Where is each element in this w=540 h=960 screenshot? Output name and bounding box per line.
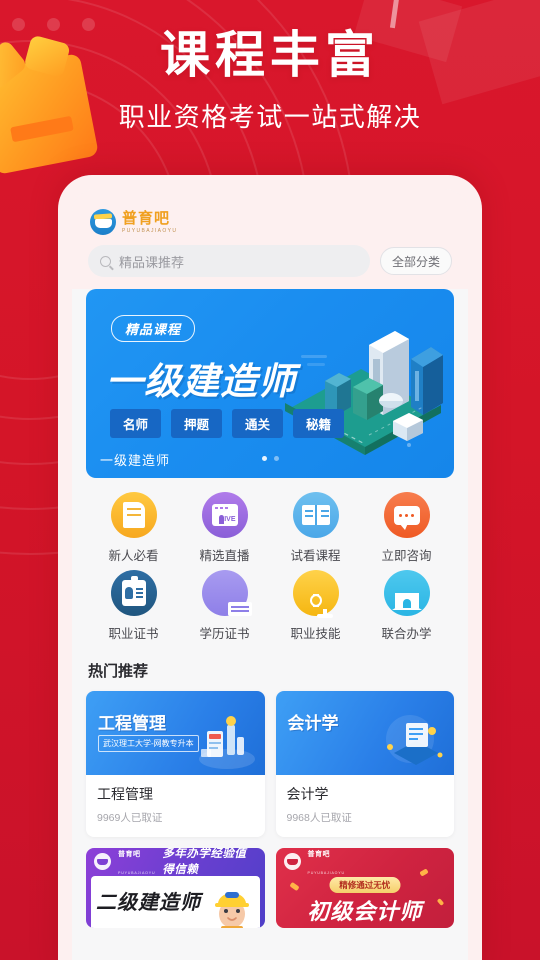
- banner-tag-row: 名师 押题 通关 秘籍: [110, 409, 345, 438]
- phone-mockup: 普育吧 PUYUBAJIAOYU 精品课推荐 全部分类 精品课程 一级建造师 名…: [58, 175, 482, 960]
- all-categories-button[interactable]: 全部分类: [379, 247, 452, 275]
- course-card-body: 工程管理 9969人已取证: [86, 775, 265, 837]
- promo-card-badge: 精修通过无忧: [329, 877, 401, 893]
- search-icon: [100, 255, 111, 267]
- banner-tag[interactable]: 秘籍: [293, 409, 345, 438]
- search-placeholder: 精品课推荐: [119, 254, 185, 270]
- status-bar: [86, 197, 454, 205]
- promo-card-header: 普育吧 PUYUBAJIAOYU 多年办学经验值得信赖: [86, 848, 265, 876]
- quicknav-label: 职业证书: [108, 627, 159, 641]
- section-title-hot: 热门推荐: [88, 663, 149, 680]
- promo-card-logo-name: 普育吧: [307, 851, 330, 858]
- search-input[interactable]: 精品课推荐: [88, 245, 370, 277]
- quicknav-label: 学历证书: [199, 627, 250, 641]
- pagination-dot[interactable]: [273, 456, 279, 461]
- quicknav-item-joint-school[interactable]: 联合办学: [361, 570, 452, 642]
- scroll-icon: [110, 492, 157, 538]
- brand-logo-icon: [283, 852, 301, 870]
- quicknav-item-trial-course[interactable]: 试看课程: [270, 492, 361, 564]
- promo-cards: 普育吧 PUYUBAJIAOYU 多年办学经验值得信赖 二级建造师 普育吧 PU…: [86, 848, 454, 928]
- quicknav-label: 立即咨询: [381, 549, 432, 563]
- course-card-image: 工程管理 武汉理工大学-网教专升本: [86, 691, 265, 775]
- school-icon: [383, 570, 430, 616]
- spark-decoration: [288, 881, 300, 892]
- quicknav-label: 职业技能: [290, 627, 341, 641]
- hot-cards: 工程管理 武汉理工大学-网教专升本 工程管理 9969人已取证 会计学 会计学 …: [86, 691, 454, 837]
- quicknav-label: 试看课程: [290, 549, 341, 563]
- app-content: 精品课程 一级建造师 名师 押题 通关 秘籍 一级建造师 新人必看 LIVE 精…: [72, 289, 468, 928]
- quicknav-label: 联合办学: [381, 627, 432, 641]
- logo-book-icon: [90, 209, 116, 235]
- banner-tag[interactable]: 名师: [110, 409, 162, 438]
- banner-badge: 精品课程: [111, 315, 196, 342]
- promo-card-logo-pinyin: PUYUBAJIAOYU: [118, 871, 156, 875]
- banner-tag[interactable]: 通关: [232, 409, 284, 438]
- promo-card-title: 二级建造师: [96, 892, 201, 914]
- live-icon: LIVE: [201, 492, 248, 538]
- course-card-body: 会计学 9968人已取证: [276, 775, 455, 837]
- course-card-title: 会计学: [286, 786, 329, 802]
- app-screen: 普育吧 PUYUBAJIAOYU 精品课推荐 全部分类 精品课程 一级建造师 名…: [72, 189, 468, 960]
- promo-title: 课程丰富: [160, 27, 380, 83]
- course-card-image-title: 工程管理: [98, 714, 166, 733]
- worker-illustration: [214, 892, 249, 928]
- promo-card-logo-pinyin: PUYUBAJIAOYU: [307, 871, 345, 875]
- promo-header: 课程丰富 职业资格考试一站式解决: [0, 26, 540, 134]
- quicknav-item-new-user[interactable]: 新人必看: [88, 492, 179, 564]
- quicknav-item-vocational-cert[interactable]: 职业证书: [88, 570, 179, 642]
- promo-card-junior-accountant[interactable]: 普育吧 PUYUBAJIAOYU 精修通过无忧 初级会计师: [275, 848, 454, 928]
- book-icon: [292, 492, 339, 538]
- promo-banner[interactable]: 精品课程 一级建造师 名师 押题 通关 秘籍 一级建造师: [86, 289, 454, 478]
- app-header: 普育吧 PUYUBAJIAOYU 精品课推荐 全部分类: [72, 189, 468, 289]
- search-row: 精品课推荐 全部分类: [86, 239, 454, 289]
- promo-card-level2-builder[interactable]: 普育吧 PUYUBAJIAOYU 多年办学经验值得信赖 二级建造师: [86, 848, 265, 928]
- course-card[interactable]: 工程管理 武汉理工大学-网教专升本 工程管理 9969人已取证: [86, 691, 265, 837]
- banner-tag[interactable]: 押题: [171, 409, 223, 438]
- pagination-dot[interactable]: [261, 456, 267, 461]
- quick-nav-grid: 新人必看 LIVE 精选直播 试看课程 立即咨询 职业证书 学历证书 职业技能 …: [86, 478, 454, 646]
- course-illustration: [386, 715, 443, 765]
- quicknav-label: 新人必看: [108, 549, 159, 563]
- banner-title: 一级建造师: [106, 361, 296, 402]
- quicknav-item-live[interactable]: LIVE 精选直播: [179, 492, 270, 564]
- course-card-title: 工程管理: [97, 786, 153, 802]
- trophy-icon: [292, 570, 339, 618]
- chat-icon: [383, 492, 430, 538]
- id-card-icon: [110, 570, 157, 616]
- spark-decoration: [436, 898, 445, 906]
- course-card-meta: 9968人已取证: [286, 812, 352, 824]
- promo-subtitle: 职业资格考试一站式解决: [118, 102, 422, 132]
- logo-name: 普育吧: [122, 209, 171, 227]
- course-card-image-title: 会计学: [287, 714, 339, 733]
- quicknav-item-degree-cert[interactable]: 学历证书: [179, 570, 270, 642]
- banner-pagination[interactable]: [86, 456, 454, 461]
- graduation-cap-icon: [201, 570, 252, 616]
- course-card-image-subtitle: 武汉理工大学-网教专升本: [98, 735, 199, 752]
- quicknav-item-skills[interactable]: 职业技能: [270, 570, 361, 642]
- brand-logo-icon: [94, 852, 111, 870]
- course-illustration: [198, 716, 255, 769]
- promo-card-slogan: 多年办学经验值得信赖: [162, 848, 247, 876]
- quicknav-label: 精选直播: [199, 549, 250, 563]
- quicknav-item-consult[interactable]: 立即咨询: [361, 492, 452, 564]
- course-card-meta: 9969人已取证: [97, 812, 163, 824]
- course-card[interactable]: 会计学 会计学 9968人已取证: [275, 691, 455, 837]
- app-logo: 普育吧 PUYUBAJIAOYU: [86, 205, 454, 239]
- course-card-image: 会计学: [275, 691, 454, 775]
- promo-card-logo-name: 普育吧: [118, 851, 141, 858]
- logo-pinyin: PUYUBAJIAOYU: [122, 227, 178, 234]
- promo-card-title: 初级会计师: [307, 899, 423, 924]
